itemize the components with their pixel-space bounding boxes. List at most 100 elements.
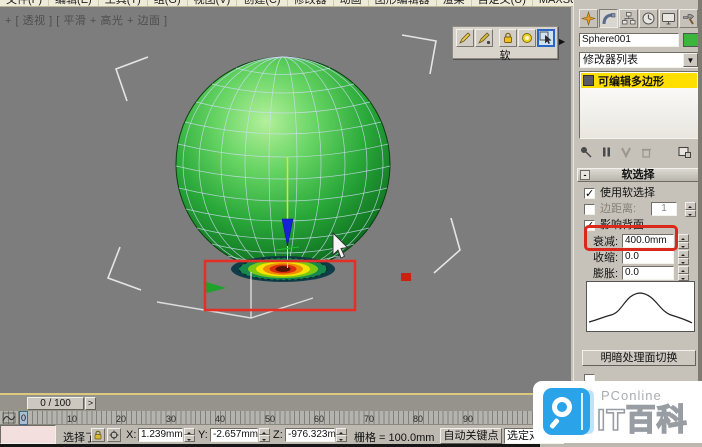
menu-item[interactable]: MAXScript — [533, 0, 573, 7]
toolbar-tooltip: 软 — [453, 47, 557, 63]
panel-scrollbar[interactable] — [698, 0, 702, 393]
viewport-label[interactable]: + [ 透视 ] [ 平滑 + 高光 + 边面 ] — [5, 12, 168, 28]
x-label: X: — [126, 429, 136, 441]
modifier-stack[interactable]: 可编辑多边形 — [579, 71, 699, 139]
x-spinner[interactable] — [184, 428, 195, 442]
collapse-icon[interactable]: - — [580, 170, 590, 180]
select-paint-button[interactable] — [537, 29, 555, 47]
modifier-list-dropdown[interactable]: 修改器列表 — [579, 52, 699, 68]
pinch-field[interactable]: 0.0 — [622, 250, 674, 264]
x-coordinate-field[interactable]: 1.239mm — [138, 428, 183, 442]
tick-label: 10 — [67, 414, 77, 424]
modify-icon — [601, 11, 616, 26]
selection-lock-button[interactable] — [91, 428, 105, 442]
pinch-spinner[interactable] — [678, 250, 689, 265]
3dsmax-window: 文件(F)编辑(E)工具(T)组(G)视图(V)创建(C)修改器动画图形编辑器渲… — [0, 0, 702, 447]
show-end-result-icon[interactable] — [599, 145, 613, 159]
edge-distance-field[interactable]: 1 — [651, 202, 677, 216]
viewport-canvas[interactable] — [0, 7, 571, 393]
watermark-logo-line — [581, 393, 583, 430]
hierarchy-icon — [621, 11, 636, 26]
time-slider[interactable]: 0 / 100 — [27, 397, 84, 410]
remove-modifier-icon[interactable] — [639, 145, 653, 159]
tick-label: 30 — [166, 414, 176, 424]
open-mini-curve-editor-icon[interactable] — [2, 412, 16, 424]
pin-stack-icon[interactable] — [579, 145, 593, 159]
menu-item[interactable]: 动画 — [334, 0, 369, 7]
menu-item[interactable]: 文件(F) — [0, 0, 49, 7]
y-coordinate-field[interactable]: -2.657mm — [210, 428, 258, 442]
menu-item[interactable]: 自定义(U) — [472, 0, 533, 7]
menu-item[interactable]: 修改器 — [288, 0, 334, 7]
lock-soft-selection-button[interactable] — [499, 29, 517, 47]
crosshair-icon — [109, 430, 119, 440]
auto-key-button[interactable]: 自动关键点 — [440, 428, 502, 444]
falloff-spinner[interactable] — [678, 234, 689, 249]
tab-display[interactable] — [659, 9, 678, 28]
lock-icon — [501, 31, 515, 45]
bubble-spinner[interactable] — [678, 266, 689, 281]
magnifier-handle — [549, 418, 560, 430]
tab-motion[interactable] — [639, 9, 658, 28]
tab-utilities[interactable] — [679, 9, 698, 28]
make-unique-icon[interactable] — [619, 145, 633, 159]
dropdown-arrow-icon[interactable]: ▼ — [683, 53, 698, 67]
object-color-swatch[interactable] — [683, 33, 699, 47]
tab-modify[interactable] — [599, 9, 618, 28]
paint-blur-button[interactable] — [475, 29, 493, 47]
toolbar-expand-arrow[interactable]: ▶ — [559, 37, 565, 46]
menu-item[interactable]: 视图(V) — [188, 0, 238, 7]
tick-label: 60 — [314, 414, 324, 424]
bubble-label: 膨胀: — [593, 268, 618, 281]
menu-item[interactable]: 渲染 — [437, 0, 472, 7]
tick-label: 50 — [265, 414, 275, 424]
menu-item[interactable]: 工具(T) — [99, 0, 148, 7]
z-spinner[interactable] — [336, 428, 347, 442]
y-label: Y: — [198, 429, 208, 441]
create-icon — [581, 11, 596, 26]
tick-label: 40 — [215, 414, 225, 424]
viewport[interactable]: + [ 透视 ] [ 平滑 + 高光 + 边面 ] — [0, 7, 571, 393]
maxscript-mini-listener[interactable] — [0, 425, 56, 444]
bubble-field[interactable]: 0.0 — [622, 266, 674, 280]
cursor-select-icon — [539, 31, 553, 45]
stack-item-editable-poly[interactable]: 可编辑多边形 — [581, 73, 697, 88]
rollout-title: 软选择 — [622, 169, 655, 181]
command-panel: Sphere001 修改器列表 ▼ 可编辑多边形 - 软选择 使用软选择 边距离… — [573, 0, 702, 393]
configure-modifier-sets-icon[interactable] — [677, 145, 693, 159]
menu-item[interactable]: 创建(C) — [237, 0, 287, 7]
stack-item-label: 可编辑多边形 — [598, 73, 664, 89]
tab-create[interactable] — [579, 9, 598, 28]
use-soft-selection-checkbox[interactable] — [584, 188, 595, 199]
watermark-title: IT百科 — [597, 395, 688, 439]
lock-icon — [93, 430, 103, 440]
menu-item[interactable]: 组(G) — [148, 0, 188, 7]
menu-bar: 文件(F)编辑(E)工具(T)组(G)视图(V)创建(C)修改器动画图形编辑器渲… — [0, 0, 573, 7]
tick-label: 70 — [364, 414, 374, 424]
object-name-field[interactable]: Sphere001 — [579, 33, 679, 47]
paintbrush-dot-icon — [477, 31, 491, 45]
falloff-curve-graph — [586, 281, 695, 332]
paint-options-button[interactable] — [518, 29, 536, 47]
next-frame-button[interactable]: > — [85, 397, 96, 410]
paint-soft-selection-toolbar: ▶ 软 — [452, 26, 558, 59]
soft-selection-rollout-header[interactable]: - 软选择 — [577, 168, 699, 182]
edge-distance-checkbox[interactable] — [584, 204, 595, 215]
paint-soft-selection-button[interactable] — [456, 29, 474, 47]
tab-hierarchy[interactable] — [619, 9, 638, 28]
display-icon — [661, 11, 676, 26]
z-label: Z: — [273, 429, 283, 441]
sphere-object[interactable] — [176, 57, 390, 271]
edge-distance-spinner[interactable] — [685, 202, 696, 217]
stack-toolbar — [579, 143, 699, 161]
y-spinner[interactable] — [259, 428, 270, 442]
absolute-mode-transform-button[interactable] — [107, 428, 121, 442]
current-frame-marker[interactable]: 0 — [19, 411, 28, 425]
yellow-dot-icon — [520, 31, 534, 45]
grid-size-readout: 栅格 = 100.0mm — [354, 429, 434, 445]
watermark-logo — [543, 388, 590, 435]
menu-item[interactable]: 编辑(E) — [49, 0, 99, 7]
menu-item[interactable]: 图形编辑器 — [369, 0, 437, 7]
z-coordinate-field[interactable]: -976.323m — [285, 428, 335, 442]
shaded-face-toggle-button[interactable]: 明暗处理面切换 — [582, 350, 696, 366]
